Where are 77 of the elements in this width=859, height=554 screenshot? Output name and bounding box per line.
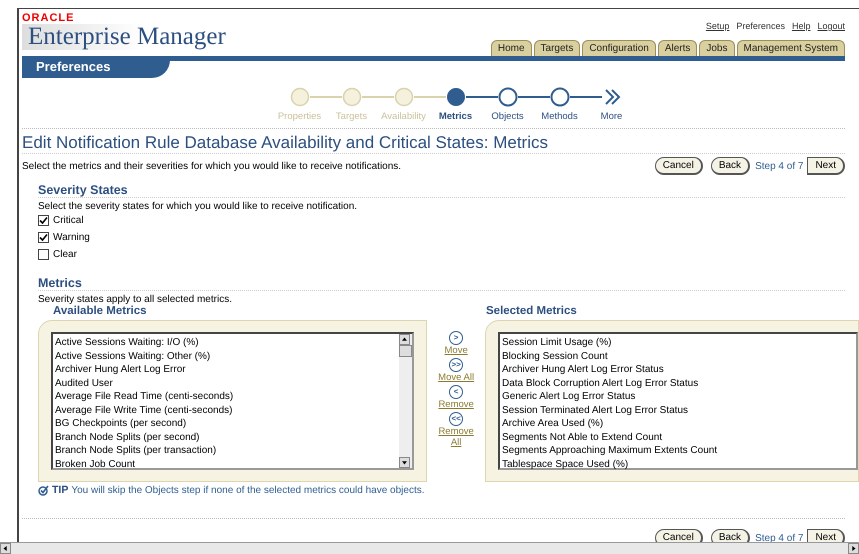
scrollbar[interactable] bbox=[399, 334, 412, 468]
global-link[interactable]: Setup bbox=[706, 21, 730, 34]
list-option[interactable]: Archiver Hung Alert Log Error Status bbox=[502, 363, 854, 376]
step-indicator: Step 4 of 7 bbox=[754, 160, 804, 172]
scroll-right-icon[interactable] bbox=[848, 543, 859, 554]
scroll-left-icon[interactable] bbox=[0, 543, 11, 554]
list-option[interactable]: Active Sessions Waiting: Other (%) bbox=[55, 350, 398, 363]
list-option[interactable]: Session Terminated Alert Log Error Status bbox=[502, 404, 854, 417]
scroll-thumb[interactable] bbox=[399, 345, 412, 357]
selected-list[interactable] bbox=[498, 332, 858, 470]
cancel-button[interactable]: Cancel bbox=[654, 529, 703, 542]
check-circle-icon bbox=[38, 484, 49, 496]
shuttle-icon[interactable]: < bbox=[449, 385, 464, 399]
shuttle-link[interactable]: Move bbox=[434, 345, 479, 356]
list-option[interactable]: Segments Not Able to Extend Count bbox=[502, 430, 854, 444]
horizontal-scrollbar[interactable] bbox=[0, 542, 859, 554]
back-button[interactable]: Back bbox=[710, 529, 750, 542]
step-link[interactable]: Methods bbox=[541, 111, 578, 122]
global-link[interactable]: Help bbox=[792, 21, 810, 34]
next-button[interactable]: Next bbox=[807, 157, 845, 175]
nav-tab[interactable]: Targets bbox=[534, 40, 580, 56]
list-option[interactable]: Branch Node Splits (per second) bbox=[55, 430, 398, 444]
checkbox[interactable] bbox=[38, 215, 49, 226]
tip-label: TIP bbox=[52, 484, 68, 496]
next-button[interactable]: Next bbox=[807, 529, 845, 542]
step-link[interactable]: Metrics bbox=[438, 111, 472, 122]
checkbox-label: Warning bbox=[53, 232, 90, 243]
shuttle-link[interactable]: Remove All bbox=[434, 426, 479, 448]
list-option[interactable]: Average File Write Time (centi-seconds) bbox=[55, 404, 398, 417]
hint-text: Severity states apply to all selected metrics. bbox=[38, 294, 233, 305]
list-heading: Selected Metrics bbox=[485, 305, 578, 317]
page-title: Edit Notification Rule Database Availability and Critical States: Metrics bbox=[22, 129, 845, 154]
scroll-up-icon[interactable] bbox=[399, 334, 410, 345]
shuttle-link[interactable]: Move All bbox=[434, 372, 479, 383]
section-heading: Severity States bbox=[38, 183, 845, 198]
section-heading: Metrics bbox=[38, 276, 845, 291]
list-option[interactable]: Audited User bbox=[55, 376, 398, 390]
nav-tab[interactable]: Alerts bbox=[658, 40, 698, 56]
list-option[interactable]: Broken Job Count bbox=[55, 458, 398, 471]
global-link[interactable]: Logout bbox=[817, 21, 845, 34]
list-option[interactable]: Average File Read Time (centi-seconds) bbox=[55, 390, 398, 404]
product-name: Enterprise Manager bbox=[22, 24, 226, 50]
list-option[interactable]: Branch Node Splits (per transaction) bbox=[55, 444, 398, 458]
scroll-down-icon[interactable] bbox=[399, 457, 410, 468]
checkbox-label: Clear bbox=[53, 249, 77, 260]
list-option[interactable]: Blocking Session Count bbox=[502, 350, 854, 363]
hint-text: Select the severity states for which you would like to receive notification. bbox=[38, 201, 358, 212]
checkbox[interactable] bbox=[38, 249, 49, 260]
list-option[interactable]: Archiver Hung Alert Log Error bbox=[55, 363, 398, 376]
shuttle-icon[interactable]: << bbox=[449, 412, 464, 426]
step-link[interactable]: More bbox=[600, 111, 622, 122]
instructions-text: Select the metrics and their severities for which you would like to receive notifications. bbox=[22, 160, 402, 172]
nav-tab[interactable]: Management System bbox=[736, 40, 845, 56]
back-button[interactable]: Back bbox=[710, 157, 750, 175]
checkbox-label: Critical bbox=[53, 215, 84, 226]
shuttle-icon[interactable]: >> bbox=[449, 358, 464, 372]
available-list[interactable] bbox=[51, 332, 414, 470]
list-heading: Available Metrics bbox=[52, 305, 148, 317]
nav-tab[interactable]: Jobs bbox=[699, 40, 734, 56]
cancel-button[interactable]: Cancel bbox=[654, 157, 703, 175]
list-option[interactable]: Archive Area Used (%) bbox=[502, 417, 854, 430]
shuttle-link[interactable]: Remove bbox=[434, 399, 479, 410]
step-link[interactable]: Objects bbox=[491, 111, 524, 122]
list-option[interactable]: Segments Approaching Maximum Extents Count bbox=[502, 444, 854, 458]
checkbox[interactable] bbox=[38, 232, 49, 243]
tip-text: You will skip the Objects step if none of the selected metrics could have objects. bbox=[71, 484, 424, 496]
list-option[interactable]: Generic Alert Log Error Status bbox=[502, 390, 854, 404]
nav-tab[interactable]: Configuration bbox=[582, 40, 656, 56]
list-option[interactable]: Data Block Corruption Alert Log Error Status bbox=[502, 376, 854, 390]
brand-logo: ORACLE bbox=[22, 13, 76, 24]
nav-tab[interactable]: Home bbox=[490, 40, 532, 56]
list-option[interactable]: Tablespace Space Used (%) bbox=[502, 458, 854, 471]
global-link[interactable]: Preferences bbox=[736, 21, 785, 34]
list-option[interactable]: Session Limit Usage (%) bbox=[502, 336, 854, 350]
list-option[interactable]: BG Checkpoints (per second) bbox=[55, 417, 398, 430]
list-option[interactable]: Active Sessions Waiting: I/O (%) bbox=[55, 336, 398, 350]
shuttle-icon[interactable]: > bbox=[449, 331, 464, 345]
